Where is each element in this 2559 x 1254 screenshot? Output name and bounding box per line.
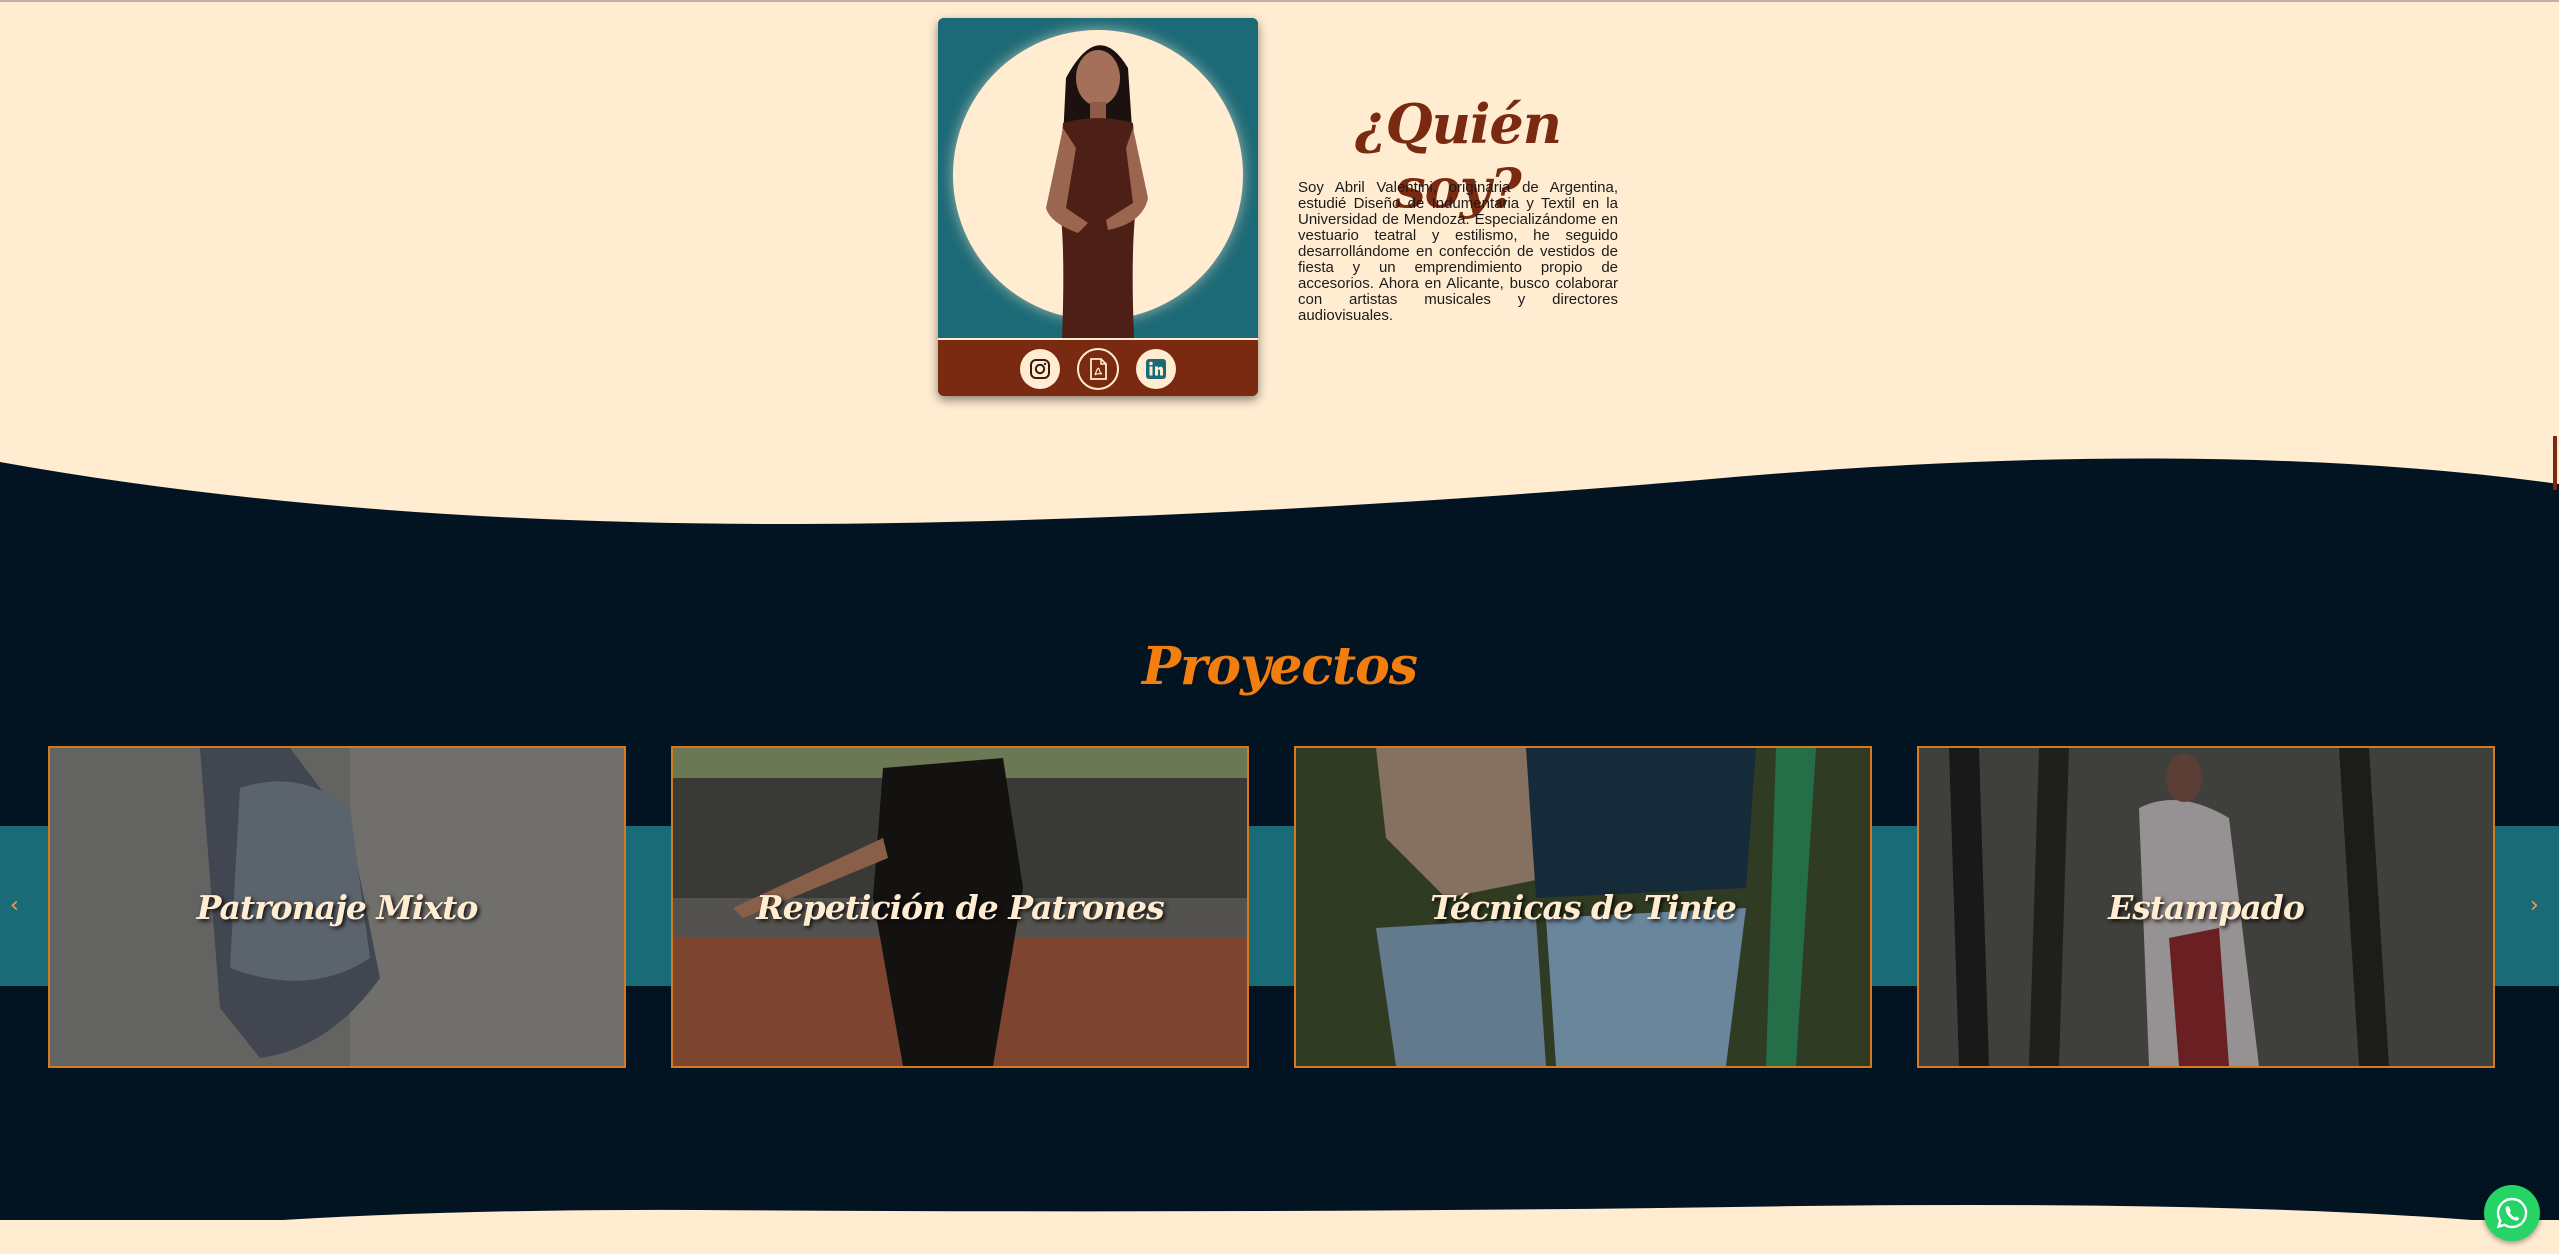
- projects-heading: Proyectos: [1141, 636, 1418, 697]
- section-wave-bottom: [0, 1204, 2559, 1254]
- project-title: Estampado: [2108, 887, 2305, 927]
- profile-photo: [938, 18, 1258, 338]
- project-card-repeticion-patrones[interactable]: Repetición de Patrones: [671, 746, 1249, 1068]
- pdf-file-icon: [1090, 358, 1107, 380]
- project-card-tecnicas-tinte[interactable]: Técnicas de Tinte: [1294, 746, 1872, 1068]
- social-links-bar: [938, 338, 1258, 396]
- project-title: Técnicas de Tinte: [1430, 887, 1737, 927]
- whatsapp-button[interactable]: [2484, 1185, 2540, 1241]
- scroll-indicator: [2553, 436, 2557, 490]
- project-card-patronaje-mixto[interactable]: Patronaje Mixto: [48, 746, 626, 1068]
- instagram-button[interactable]: [1020, 349, 1060, 389]
- project-title: Patronaje Mixto: [196, 887, 479, 927]
- carousel-next-arrow[interactable]: ›: [2530, 893, 2539, 918]
- whatsapp-icon: [2496, 1197, 2528, 1229]
- section-wave-top: [0, 458, 2559, 535]
- cv-pdf-button[interactable]: [1077, 348, 1119, 390]
- linkedin-icon: [1146, 359, 1166, 379]
- project-title: Repetición de Patrones: [756, 887, 1164, 927]
- instagram-icon: [1030, 359, 1050, 379]
- about-description: Soy Abril Valentini, originaria de Argen…: [1298, 179, 1618, 324]
- profile-card: [938, 18, 1258, 396]
- carousel-prev-arrow[interactable]: ‹: [10, 893, 19, 918]
- linkedin-button[interactable]: [1136, 349, 1176, 389]
- portrait-image: [1046, 45, 1148, 338]
- top-divider: [0, 0, 2559, 2]
- project-card-estampado[interactable]: Estampado: [1917, 746, 2495, 1068]
